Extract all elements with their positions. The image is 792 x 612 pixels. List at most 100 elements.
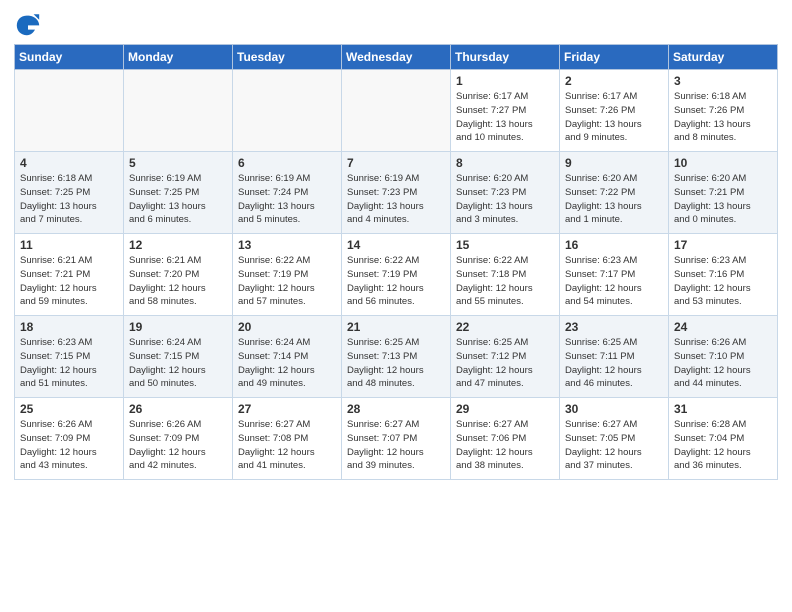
day-number: 10	[674, 156, 772, 170]
day-number: 31	[674, 402, 772, 416]
day-info: Sunrise: 6:27 AM Sunset: 7:05 PM Dayligh…	[565, 418, 663, 473]
day-cell: 8 Sunrise: 6:20 AM Sunset: 7:23 PM Daylig…	[451, 152, 560, 234]
day-info: Sunrise: 6:26 AM Sunset: 7:10 PM Dayligh…	[674, 336, 772, 391]
day-number: 30	[565, 402, 663, 416]
day-number: 19	[129, 320, 227, 334]
day-number: 8	[456, 156, 554, 170]
week-row-5: 25 Sunrise: 6:26 AM Sunset: 7:09 PM Dayli…	[15, 398, 778, 480]
day-cell: 26 Sunrise: 6:26 AM Sunset: 7:09 PM Dayli…	[124, 398, 233, 480]
day-number: 4	[20, 156, 118, 170]
day-info: Sunrise: 6:19 AM Sunset: 7:25 PM Dayligh…	[129, 172, 227, 227]
day-cell: 23 Sunrise: 6:25 AM Sunset: 7:11 PM Dayli…	[560, 316, 669, 398]
day-number: 21	[347, 320, 445, 334]
day-number: 20	[238, 320, 336, 334]
weekday-monday: Monday	[124, 45, 233, 70]
day-info: Sunrise: 6:26 AM Sunset: 7:09 PM Dayligh…	[20, 418, 118, 473]
day-cell: 7 Sunrise: 6:19 AM Sunset: 7:23 PM Daylig…	[342, 152, 451, 234]
day-number: 28	[347, 402, 445, 416]
day-cell: 22Sunrise: 6:25 AM Sunset: 7:12 PM Dayli…	[451, 316, 560, 398]
logo-icon	[14, 10, 42, 38]
day-cell: 25 Sunrise: 6:26 AM Sunset: 7:09 PM Dayli…	[15, 398, 124, 480]
day-info: Sunrise: 6:27 AM Sunset: 7:06 PM Dayligh…	[456, 418, 554, 473]
day-info: Sunrise: 6:23 AM Sunset: 7:17 PM Dayligh…	[565, 254, 663, 309]
day-number: 7	[347, 156, 445, 170]
day-info: Sunrise: 6:19 AM Sunset: 7:23 PM Dayligh…	[347, 172, 445, 227]
day-number: 2	[565, 74, 663, 88]
day-cell: 27 Sunrise: 6:27 AM Sunset: 7:08 PM Dayli…	[233, 398, 342, 480]
day-number: 15	[456, 238, 554, 252]
week-row-2: 4Sunrise: 6:18 AM Sunset: 7:25 PM Daylig…	[15, 152, 778, 234]
day-cell: 16 Sunrise: 6:23 AM Sunset: 7:17 PM Dayli…	[560, 234, 669, 316]
day-cell: 12 Sunrise: 6:21 AM Sunset: 7:20 PM Dayli…	[124, 234, 233, 316]
day-info: Sunrise: 6:24 AM Sunset: 7:15 PM Dayligh…	[129, 336, 227, 391]
day-cell: 5 Sunrise: 6:19 AM Sunset: 7:25 PM Daylig…	[124, 152, 233, 234]
day-cell: 10 Sunrise: 6:20 AM Sunset: 7:21 PM Dayli…	[669, 152, 778, 234]
logo	[14, 10, 46, 38]
day-cell: 18Sunrise: 6:23 AM Sunset: 7:15 PM Dayli…	[15, 316, 124, 398]
day-info: Sunrise: 6:26 AM Sunset: 7:09 PM Dayligh…	[129, 418, 227, 473]
day-number: 1	[456, 74, 554, 88]
day-cell: 30 Sunrise: 6:27 AM Sunset: 7:05 PM Dayli…	[560, 398, 669, 480]
day-cell	[233, 70, 342, 152]
day-info: Sunrise: 6:20 AM Sunset: 7:23 PM Dayligh…	[456, 172, 554, 227]
day-info: Sunrise: 6:21 AM Sunset: 7:20 PM Dayligh…	[129, 254, 227, 309]
week-row-1: 1 Sunrise: 6:17 AM Sunset: 7:27 PM Daylig…	[15, 70, 778, 152]
day-info: Sunrise: 6:23 AM Sunset: 7:15 PM Dayligh…	[20, 336, 118, 391]
day-cell: 6Sunrise: 6:19 AM Sunset: 7:24 PM Daylig…	[233, 152, 342, 234]
day-info: Sunrise: 6:18 AM Sunset: 7:26 PM Dayligh…	[674, 90, 772, 145]
day-number: 24	[674, 320, 772, 334]
day-number: 5	[129, 156, 227, 170]
day-number: 17	[674, 238, 772, 252]
day-info: Sunrise: 6:17 AM Sunset: 7:26 PM Dayligh…	[565, 90, 663, 145]
day-cell: 15 Sunrise: 6:22 AM Sunset: 7:18 PM Dayli…	[451, 234, 560, 316]
day-info: Sunrise: 6:22 AM Sunset: 7:19 PM Dayligh…	[238, 254, 336, 309]
day-cell: 28 Sunrise: 6:27 AM Sunset: 7:07 PM Dayli…	[342, 398, 451, 480]
day-info: Sunrise: 6:23 AM Sunset: 7:16 PM Dayligh…	[674, 254, 772, 309]
day-number: 25	[20, 402, 118, 416]
weekday-wednesday: Wednesday	[342, 45, 451, 70]
day-number: 12	[129, 238, 227, 252]
week-row-4: 18Sunrise: 6:23 AM Sunset: 7:15 PM Dayli…	[15, 316, 778, 398]
day-cell: 1 Sunrise: 6:17 AM Sunset: 7:27 PM Daylig…	[451, 70, 560, 152]
day-cell: 21 Sunrise: 6:25 AM Sunset: 7:13 PM Dayli…	[342, 316, 451, 398]
day-info: Sunrise: 6:22 AM Sunset: 7:18 PM Dayligh…	[456, 254, 554, 309]
day-cell	[15, 70, 124, 152]
day-number: 11	[20, 238, 118, 252]
day-number: 14	[347, 238, 445, 252]
day-cell: 29Sunrise: 6:27 AM Sunset: 7:06 PM Dayli…	[451, 398, 560, 480]
day-cell: 17 Sunrise: 6:23 AM Sunset: 7:16 PM Dayli…	[669, 234, 778, 316]
day-cell: 13 Sunrise: 6:22 AM Sunset: 7:19 PM Dayli…	[233, 234, 342, 316]
day-cell: 4Sunrise: 6:18 AM Sunset: 7:25 PM Daylig…	[15, 152, 124, 234]
day-cell	[342, 70, 451, 152]
weekday-tuesday: Tuesday	[233, 45, 342, 70]
calendar-table: SundayMondayTuesdayWednesdayThursdayFrid…	[14, 44, 778, 480]
day-cell: 2 Sunrise: 6:17 AM Sunset: 7:26 PM Daylig…	[560, 70, 669, 152]
day-cell: 3 Sunrise: 6:18 AM Sunset: 7:26 PM Daylig…	[669, 70, 778, 152]
day-info: Sunrise: 6:25 AM Sunset: 7:11 PM Dayligh…	[565, 336, 663, 391]
day-info: Sunrise: 6:19 AM Sunset: 7:24 PM Dayligh…	[238, 172, 336, 227]
page-container: SundayMondayTuesdayWednesdayThursdayFrid…	[0, 0, 792, 490]
day-cell: 14 Sunrise: 6:22 AM Sunset: 7:19 PM Dayli…	[342, 234, 451, 316]
day-info: Sunrise: 6:20 AM Sunset: 7:21 PM Dayligh…	[674, 172, 772, 227]
day-number: 13	[238, 238, 336, 252]
weekday-saturday: Saturday	[669, 45, 778, 70]
day-number: 27	[238, 402, 336, 416]
day-info: Sunrise: 6:17 AM Sunset: 7:27 PM Dayligh…	[456, 90, 554, 145]
day-info: Sunrise: 6:20 AM Sunset: 7:22 PM Dayligh…	[565, 172, 663, 227]
day-info: Sunrise: 6:25 AM Sunset: 7:13 PM Dayligh…	[347, 336, 445, 391]
day-info: Sunrise: 6:27 AM Sunset: 7:08 PM Dayligh…	[238, 418, 336, 473]
day-info: Sunrise: 6:22 AM Sunset: 7:19 PM Dayligh…	[347, 254, 445, 309]
day-info: Sunrise: 6:21 AM Sunset: 7:21 PM Dayligh…	[20, 254, 118, 309]
day-number: 23	[565, 320, 663, 334]
day-number: 9	[565, 156, 663, 170]
day-number: 16	[565, 238, 663, 252]
day-cell: 24 Sunrise: 6:26 AM Sunset: 7:10 PM Dayli…	[669, 316, 778, 398]
day-cell: 9 Sunrise: 6:20 AM Sunset: 7:22 PM Daylig…	[560, 152, 669, 234]
day-info: Sunrise: 6:27 AM Sunset: 7:07 PM Dayligh…	[347, 418, 445, 473]
day-number: 3	[674, 74, 772, 88]
day-number: 26	[129, 402, 227, 416]
calendar-header: SundayMondayTuesdayWednesdayThursdayFrid…	[15, 45, 778, 70]
day-info: Sunrise: 6:25 AM Sunset: 7:12 PM Dayligh…	[456, 336, 554, 391]
day-cell: 20Sunrise: 6:24 AM Sunset: 7:14 PM Dayli…	[233, 316, 342, 398]
weekday-header-row: SundayMondayTuesdayWednesdayThursdayFrid…	[15, 45, 778, 70]
